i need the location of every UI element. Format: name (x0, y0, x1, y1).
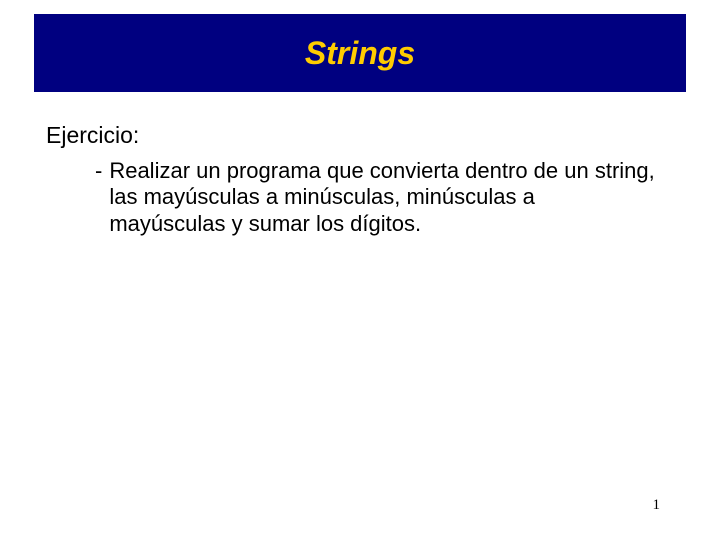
page-number: 1 (653, 497, 661, 514)
title-box: Strings (34, 14, 686, 92)
bullet-item: - Realizar un programa que convierta den… (95, 158, 655, 237)
section-heading: Ejercicio: (46, 122, 139, 149)
bullet-text: Realizar un programa que convierta dentr… (109, 158, 655, 237)
slide-title: Strings (305, 35, 415, 72)
bullet-marker: - (95, 158, 102, 184)
